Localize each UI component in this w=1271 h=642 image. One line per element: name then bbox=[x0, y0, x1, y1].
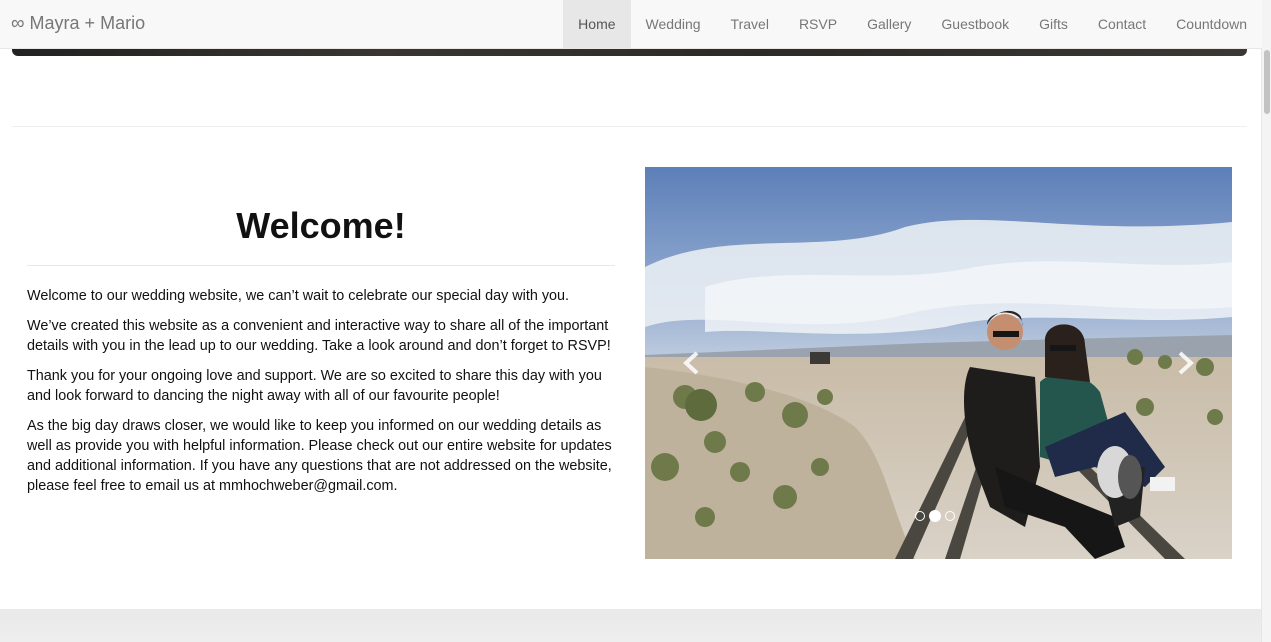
nav-link-rsvp[interactable]: RSVP bbox=[784, 0, 852, 48]
couple-photo bbox=[645, 167, 1232, 559]
welcome-paragraph-3: Thank you for your ongoing love and supp… bbox=[27, 368, 602, 404]
carousel-next-button[interactable] bbox=[1172, 350, 1198, 376]
navbar: ∞ Mayra + Mario Home Wedding Travel RSVP… bbox=[0, 0, 1262, 49]
infinity-icon: ∞ bbox=[11, 13, 25, 34]
hero-image-bottom-edge bbox=[12, 48, 1247, 56]
brand-title: Mayra + Mario bbox=[29, 13, 146, 33]
nav-link-guestbook[interactable]: Guestbook bbox=[926, 0, 1024, 48]
carousel-indicator-1[interactable] bbox=[915, 511, 925, 521]
nav-link-wedding[interactable]: Wedding bbox=[631, 0, 716, 48]
carousel-indicator-3[interactable] bbox=[945, 511, 955, 521]
nav-link-gallery[interactable]: Gallery bbox=[852, 0, 926, 48]
nav-menu: Home Wedding Travel RSVP Gallery Guestbo… bbox=[563, 0, 1262, 48]
carousel-prev-button[interactable] bbox=[679, 350, 705, 376]
chevron-left-icon bbox=[683, 351, 699, 375]
welcome-paragraph-1: Welcome to our wedding website, we can’t… bbox=[27, 288, 570, 304]
chevron-right-icon bbox=[1178, 351, 1194, 375]
nav-link-gifts[interactable]: Gifts bbox=[1024, 0, 1083, 48]
welcome-paragraph-4: As the big day draws closer, we would li… bbox=[27, 418, 612, 494]
welcome-heading: Welcome! bbox=[27, 205, 615, 266]
brand-link[interactable]: ∞ Mayra + Mario bbox=[11, 13, 145, 34]
nav-link-home[interactable]: Home bbox=[563, 0, 631, 48]
photo-carousel[interactable] bbox=[645, 167, 1232, 559]
nav-link-travel[interactable]: Travel bbox=[716, 0, 784, 48]
nav-link-countdown[interactable]: Countdown bbox=[1161, 0, 1262, 48]
nav-link-contact[interactable]: Contact bbox=[1083, 0, 1161, 48]
scrollbar-thumb[interactable] bbox=[1264, 50, 1270, 114]
carousel-indicators bbox=[915, 510, 955, 522]
welcome-paragraph-2: We’ve created this website as a convenie… bbox=[27, 318, 611, 354]
carousel-indicator-2[interactable] bbox=[929, 510, 941, 522]
welcome-section: Welcome! Welcome to our wedding website,… bbox=[27, 205, 615, 506]
next-section-band bbox=[0, 609, 1262, 642]
page-scrollbar[interactable] bbox=[1261, 0, 1271, 642]
section-divider bbox=[12, 126, 1247, 127]
